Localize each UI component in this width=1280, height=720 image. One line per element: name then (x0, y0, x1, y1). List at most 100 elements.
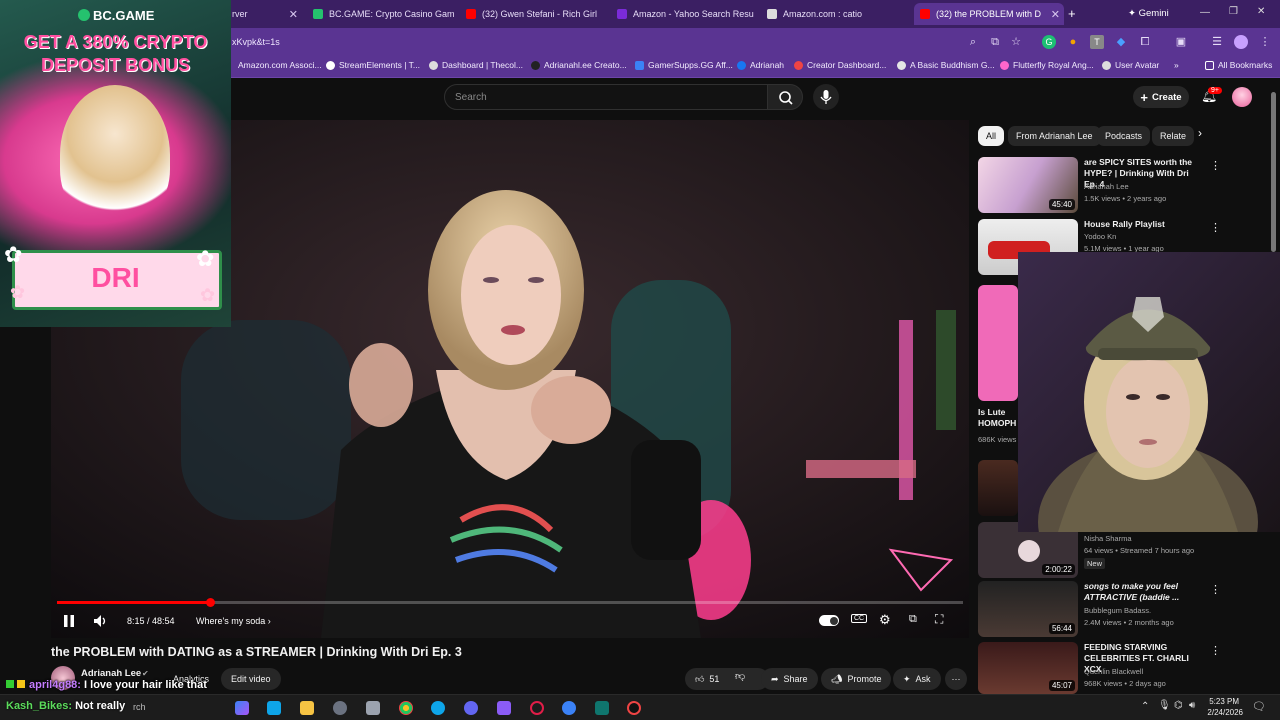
recommendation-channel: Nisha Sharma (1084, 534, 1132, 543)
tab-1[interactable]: rver ✕ (232, 3, 302, 25)
bookmark-star-icon[interactable]: ☆ (1009, 35, 1023, 49)
bookmark-item[interactable]: Creator Dashboard... (794, 60, 886, 70)
bookmark-item[interactable]: Adrianahl.ee Creato... (531, 60, 627, 70)
chevron-right-icon[interactable]: › (1198, 126, 1202, 140)
notification-count-badge: 9+ (1208, 87, 1222, 94)
chip-all[interactable]: All (978, 126, 1005, 146)
extension-blue-icon[interactable]: ◆ (1114, 35, 1128, 49)
promote-button[interactable]: 📣︎ Promote (821, 668, 892, 690)
youtube-favicon-icon (920, 9, 930, 19)
volume-icon[interactable] (93, 614, 109, 628)
chip-from-channel[interactable]: From Adrianah Lee (1008, 126, 1101, 146)
chip-podcasts[interactable]: Podcasts (1097, 126, 1151, 146)
bookmark-item[interactable]: GamerSupps.GG Aff... (635, 60, 733, 70)
clock-date[interactable]: 2/24/2026 (1203, 708, 1243, 717)
like-button[interactable]: 👍︎ 51 (685, 668, 769, 690)
restore-icon[interactable]: ❐ (1229, 6, 1238, 17)
menu-kebab-icon[interactable]: ⋮ (1258, 35, 1272, 49)
flower-icon: ✿ (4, 242, 23, 267)
tab-3[interactable]: (32) Gwen Stefani - Rich Girl (466, 3, 606, 25)
captions-icon[interactable]: CC (851, 614, 868, 623)
miniplayer-icon[interactable]: ⧉ (909, 613, 917, 626)
search-input[interactable]: Search (444, 84, 768, 110)
bookmarks-overflow-icon[interactable]: » (1174, 60, 1179, 70)
bookmark-label: StreamElements | T... (339, 60, 420, 70)
tray-overflow-icon[interactable]: ⌃ (1141, 701, 1149, 712)
clock-time[interactable]: 5:23 PM (1205, 697, 1239, 706)
notification-center-icon[interactable]: 🗨︎ (1252, 700, 1266, 713)
ask-button[interactable]: ✦ Ask (893, 668, 941, 690)
copilot-icon[interactable] (235, 701, 249, 715)
edge-icon[interactable] (431, 701, 445, 715)
account-avatar[interactable] (1232, 87, 1252, 107)
voice-search-button[interactable] (813, 84, 839, 110)
obs-icon[interactable] (627, 701, 641, 715)
tab-2[interactable]: BC.GAME: Crypto Casino Gam (313, 3, 458, 25)
new-tab-icon[interactable]: + (1068, 6, 1076, 21)
tab-4[interactable]: Amazon - Yahoo Search Resu (617, 3, 757, 25)
excel-icon[interactable] (595, 701, 609, 715)
minimize-icon[interactable]: — (1200, 7, 1210, 18)
honey-extension-icon[interactable]: ● (1066, 35, 1080, 49)
opera-icon[interactable] (530, 701, 544, 715)
more-actions-icon[interactable]: ⋯ (945, 668, 967, 690)
bookmark-label: Amazon.com Associ... (238, 60, 322, 70)
page-scrollbar[interactable] (1271, 92, 1276, 252)
pause-icon[interactable] (63, 614, 75, 628)
share-button[interactable]: ➦ Share (761, 668, 818, 690)
zoom-icon[interactable]: ⌕ (966, 35, 980, 49)
more-options-icon[interactable]: ⋮ (1210, 159, 1221, 172)
vpn-icon[interactable] (562, 701, 576, 715)
search-button[interactable] (767, 84, 803, 110)
url-field[interactable]: xKvpk&t=1s (232, 37, 280, 47)
chip-related[interactable]: Relate (1152, 126, 1194, 146)
profile-avatar-icon[interactable] (1234, 35, 1248, 49)
microphone-icon[interactable]: 🎙︎ (1158, 700, 1171, 711)
edit-video-button[interactable]: Edit video (221, 668, 281, 690)
chapter-button[interactable]: Where's my soda › (196, 616, 271, 626)
store-icon[interactable] (366, 701, 380, 715)
create-button[interactable]: + Create (1133, 86, 1189, 108)
bookmark-item[interactable]: Amazon.com Associ... (238, 60, 322, 70)
all-bookmarks-button[interactable]: All Bookmarks (1205, 60, 1272, 70)
taskbar-search[interactable]: rch (133, 702, 146, 712)
facebook-icon (737, 60, 746, 70)
thumbs-down-icon[interactable]: 👎︎ (735, 670, 745, 682)
gemini-button[interactable]: ✦ Gemini (1128, 8, 1169, 19)
network-icon[interactable]: ⌬ (1174, 700, 1183, 711)
recommendation-meta: 2.4M views • 2 months ago (1084, 618, 1174, 627)
close-window-icon[interactable]: ✕ (1257, 6, 1265, 17)
close-tab-icon[interactable]: ✕ (1051, 8, 1060, 21)
settings-gear-icon[interactable] (333, 701, 347, 715)
close-tab-icon[interactable]: ✕ (289, 8, 298, 21)
fullscreen-icon[interactable]: ⛶ (935, 612, 943, 627)
recommendation-meta: 1.5K views • 2 years ago (1084, 194, 1167, 203)
channel-name[interactable]: Adrianah Lee (81, 668, 141, 679)
grammarly-extension-icon[interactable]: G (1042, 35, 1056, 49)
bookmark-item[interactable]: Flutterfly Royal Ang... (1000, 60, 1094, 70)
bookmark-item[interactable]: Adrianah (737, 60, 784, 70)
ad-model-graphic (60, 85, 170, 225)
extension-t-icon[interactable]: T (1090, 35, 1104, 49)
extensions-puzzle-icon[interactable]: ⧠ (1138, 35, 1152, 49)
discord-icon[interactable] (464, 701, 478, 715)
more-options-icon[interactable]: ⋮ (1210, 583, 1221, 596)
more-options-icon[interactable]: ⋮ (1210, 644, 1221, 657)
autoplay-toggle[interactable] (819, 615, 839, 626)
settings-gear-icon[interactable]: ⚙ (879, 612, 891, 628)
install-app-icon[interactable]: ⧉ (988, 35, 1002, 49)
bookmark-item[interactable]: Dashboard | Thecol... (429, 60, 523, 70)
tab-active[interactable]: (32) the PROBLEM with D ✕ (914, 3, 1064, 25)
bookmark-item[interactable]: StreamElements | T... (326, 60, 420, 70)
task-view-icon[interactable] (267, 701, 281, 715)
file-explorer-icon[interactable] (300, 701, 314, 715)
speaker-icon[interactable]: 🔊︎ (1189, 700, 1195, 711)
bookmark-item[interactable]: User Avatar (1102, 60, 1159, 70)
teams-icon[interactable] (497, 701, 511, 715)
tab-search-icon[interactable]: ☰ (1210, 35, 1224, 49)
more-options-icon[interactable]: ⋮ (1210, 221, 1221, 234)
chrome-icon[interactable] (399, 701, 413, 715)
side-panel-icon[interactable]: ▣ (1174, 35, 1188, 49)
bookmark-item[interactable]: A Basic Buddhism G... (897, 60, 995, 70)
tab-5[interactable]: Amazon.com : catio (767, 3, 907, 25)
